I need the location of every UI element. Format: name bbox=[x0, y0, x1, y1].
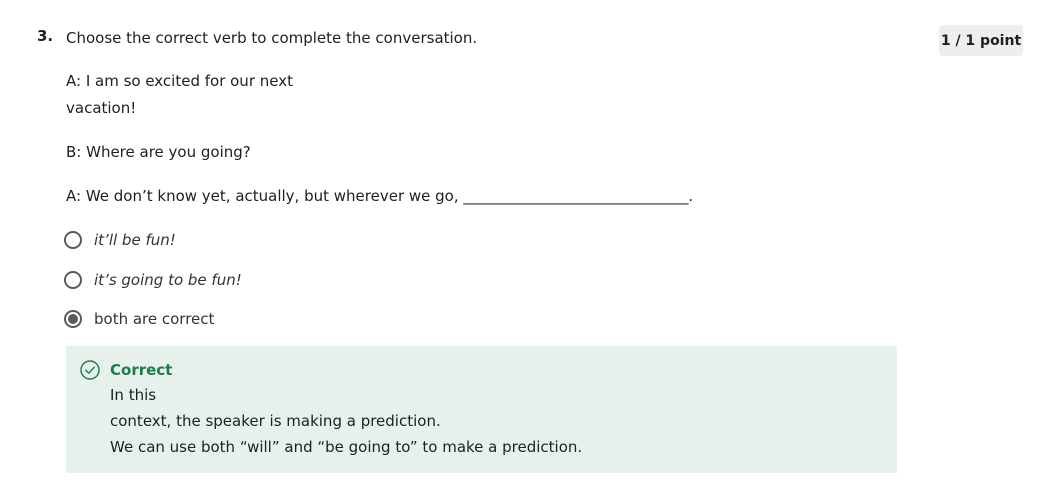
conversation-line-a-2: vacation! bbox=[66, 99, 137, 117]
conversation-line-a-3: A: We don’t know yet, actually, but wher… bbox=[66, 187, 694, 205]
radio-button[interactable] bbox=[64, 231, 82, 249]
answer-option-2[interactable]: it’s going to be fun! bbox=[64, 268, 242, 292]
conversation-line-a-1: A: I am so excited for our next bbox=[66, 72, 293, 90]
question-card: 3. Choose the correct verb to complete t… bbox=[0, 0, 1052, 481]
feedback-text-line-2: context, the speaker is making a predict… bbox=[110, 412, 441, 430]
answer-option-3[interactable]: both are correct bbox=[64, 307, 214, 331]
feedback-panel: Correct In this context, the speaker is … bbox=[66, 346, 897, 473]
feedback-status: Correct bbox=[110, 361, 173, 379]
check-circle-icon bbox=[80, 360, 100, 380]
question-prompt: Choose the correct verb to complete the … bbox=[66, 29, 478, 47]
radio-button[interactable] bbox=[64, 271, 82, 289]
question-number: 3. bbox=[37, 27, 54, 45]
feedback-text-line-3: We can use both “will” and “be going to”… bbox=[110, 438, 583, 456]
answer-option-label: both are correct bbox=[94, 310, 215, 328]
conversation-line-b: B: Where are you going? bbox=[66, 143, 251, 161]
answer-option-label: it’ll be fun! bbox=[94, 231, 176, 249]
points-badge: 1 / 1 point bbox=[939, 25, 1023, 56]
radio-button-selected[interactable] bbox=[64, 310, 82, 328]
feedback-text-line-1: In this bbox=[110, 386, 157, 404]
answer-option-1[interactable]: it’ll be fun! bbox=[64, 228, 176, 252]
answer-option-label: it’s going to be fun! bbox=[94, 271, 242, 289]
